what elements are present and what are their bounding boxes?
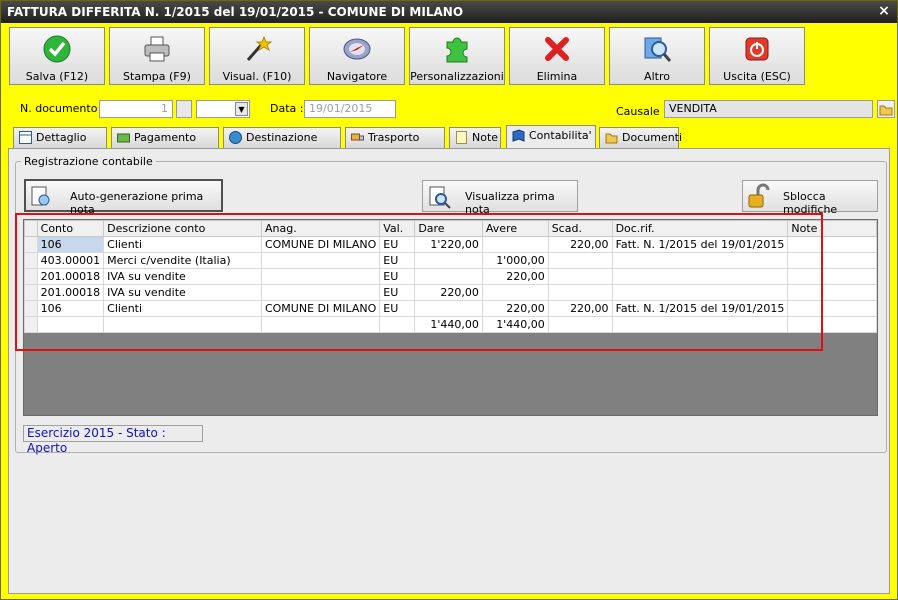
date-label: Data :	[270, 102, 304, 115]
tab-note[interactable]: Note	[449, 127, 501, 148]
doc-series-dropdown[interactable]: ▼	[196, 100, 250, 118]
tab-dettaglio[interactable]: Dettaglio (F5)	[13, 127, 107, 163]
doc-number-spinner[interactable]	[176, 100, 192, 118]
note-icon	[456, 131, 467, 144]
chevron-down-icon[interactable]: ▼	[235, 102, 248, 116]
causale-label: Causale :	[616, 105, 667, 118]
puzzle-icon	[446, 37, 468, 63]
exit-button[interactable]: Uscita (ESC)	[709, 27, 805, 85]
navigator-button[interactable]: Navigatore	[309, 27, 405, 85]
fiscal-year-status: Esercizio 2015 - Stato : Aperto	[23, 425, 203, 455]
checkmark-icon	[43, 35, 71, 63]
view-prima-nota-button[interactable]: Visualizza prima nota	[422, 180, 578, 216]
truck-icon	[351, 133, 364, 141]
magnifier-icon	[644, 37, 672, 62]
title-bar: FATTURA DIFFERITA N. 1/2015 del 19/01/20…	[1, 1, 897, 23]
table-icon	[19, 131, 32, 144]
delete-button[interactable]: Elimina	[509, 27, 605, 85]
customizations-button[interactable]: Personalizzazioni	[409, 27, 505, 85]
book-icon	[512, 129, 525, 142]
printer-icon	[144, 36, 170, 62]
tab-destinazione[interactable]: Destinazione (F7)	[223, 127, 341, 163]
globe-icon	[229, 131, 242, 144]
doc-number-field[interactable]: 1	[99, 100, 173, 118]
date-field[interactable]: 19/01/2015	[304, 100, 396, 118]
magic-wand-icon	[246, 35, 272, 61]
power-icon	[745, 37, 769, 61]
auto-generate-icon	[31, 186, 50, 206]
window-title: FATTURA DIFFERITA N. 1/2015 del 19/01/20…	[7, 5, 464, 19]
documents-icon	[605, 133, 618, 144]
tab-documenti[interactable]: Documenti	[599, 127, 682, 148]
tab-trasporto[interactable]: Trasporto (F8)	[345, 127, 445, 163]
causale-field[interactable]: VENDITA	[664, 100, 873, 118]
view-document-icon	[429, 186, 451, 209]
tab-contabilita[interactable]: Contabilita'	[506, 125, 596, 149]
compass-icon	[343, 38, 371, 60]
unlock-edits-button[interactable]: Sblocca modifiche	[742, 180, 878, 216]
group-title: Registrazione contabile	[21, 155, 156, 168]
doc-number-label: N. documento :	[20, 102, 105, 115]
app-window: FATTURA DIFFERITA N. 1/2015 del 19/01/20…	[0, 0, 898, 600]
auto-generate-button[interactable]: Auto-generazione prima nota	[24, 179, 223, 216]
tab-pagamento[interactable]: Pagamento (F6)	[111, 127, 219, 163]
padlock-icon	[748, 183, 770, 208]
save-button[interactable]: Salva (F12)	[9, 27, 105, 85]
highlight-annotation-box	[15, 213, 823, 351]
other-button[interactable]: Altro	[609, 27, 705, 85]
folder-icon[interactable]	[877, 100, 895, 118]
money-icon	[117, 133, 130, 143]
delete-x-icon	[545, 37, 569, 61]
visualize-button[interactable]: Visual. (F10)	[209, 27, 305, 85]
close-icon[interactable]: ×	[877, 4, 891, 18]
print-button[interactable]: Stampa (F9)	[109, 27, 205, 85]
